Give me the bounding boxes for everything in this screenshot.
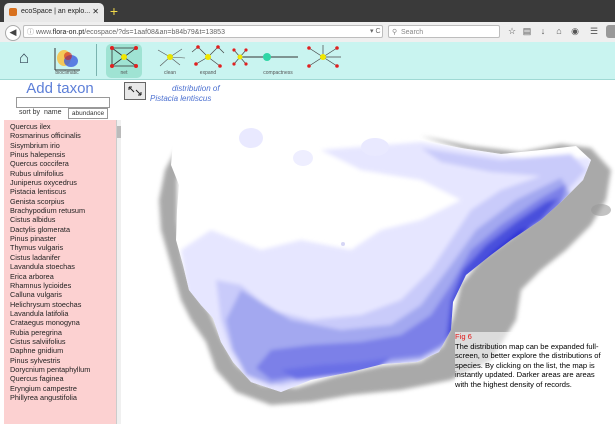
- clean-tool-button[interactable]: clean: [150, 44, 190, 78]
- species-item[interactable]: Quercus coccifera: [10, 159, 117, 168]
- url-host: flora-on.pt: [52, 29, 85, 36]
- back-button[interactable]: ◀: [5, 25, 21, 41]
- menu-icon[interactable]: ☰: [588, 25, 600, 38]
- new-tab-button[interactable]: +: [107, 4, 121, 18]
- species-item[interactable]: Lavandula latifolia: [10, 309, 117, 318]
- site-info-icon[interactable]: ⓘ: [27, 26, 34, 37]
- browser-tab[interactable]: ecoSpace | an explo... ✕: [4, 3, 104, 22]
- species-item[interactable]: Rosmarinus officinalis: [10, 131, 117, 140]
- sort-by-label: sort by: [19, 109, 41, 116]
- sidebar-edge-icon[interactable]: [606, 25, 615, 38]
- species-item[interactable]: Genista scorpius: [10, 197, 117, 206]
- species-item[interactable]: Erica arborea: [10, 272, 117, 281]
- compactness-icon: [232, 48, 298, 66]
- map-title-line1: distribution of: [172, 84, 220, 93]
- search-input[interactable]: ⚲ Search: [388, 25, 500, 38]
- species-item[interactable]: Cistus salviifolius: [10, 337, 117, 346]
- search-placeholder: Search: [401, 29, 424, 36]
- toolbar-divider: [96, 44, 97, 76]
- expand-fullscreen-button[interactable]: [124, 82, 146, 100]
- favicon-icon: [9, 8, 17, 16]
- address-bar[interactable]: ⓘ www.flora-on.pt/ecospace/?ds=1aaf08&an=…: [23, 25, 383, 38]
- species-item[interactable]: Pinus pinaster: [10, 234, 117, 243]
- network-icon: [110, 46, 138, 68]
- species-item[interactable]: Juniperus oxycedrus: [10, 178, 117, 187]
- species-item[interactable]: Thymus vulgaris: [10, 243, 117, 252]
- species-item[interactable]: Rhamnus lycioides: [10, 281, 117, 290]
- add-taxon-input[interactable]: [16, 97, 110, 108]
- species-item[interactable]: Rubia peregrina: [10, 328, 117, 337]
- add-taxon-heading: Add taxon: [26, 80, 94, 97]
- species-item[interactable]: Brachypodium retusum: [10, 206, 117, 215]
- reading-list-icon[interactable]: ▤: [521, 25, 533, 38]
- map-title: distribution of Pistacia lentiscus: [150, 84, 220, 104]
- network-tool-button[interactable]: net: [106, 44, 142, 78]
- species-item[interactable]: Dorycnium pentaphyllum: [10, 365, 117, 374]
- species-item[interactable]: Pinus halepensis: [10, 150, 117, 159]
- species-item[interactable]: Rubus ulmifolius: [10, 169, 117, 178]
- clean-icon: [157, 48, 186, 67]
- sort-by-name-option[interactable]: name: [44, 109, 62, 116]
- species-item[interactable]: Sisymbrium irio: [10, 141, 117, 150]
- species-item[interactable]: Cistus albidus: [10, 215, 117, 224]
- download-icon[interactable]: ↓: [537, 25, 549, 38]
- bookmark-star-icon[interactable]: ☆: [506, 25, 518, 38]
- species-item[interactable]: Cistus ladanifer: [10, 253, 117, 262]
- expand-arrows-icon: [128, 86, 142, 96]
- figure-number: Fig 6: [455, 332, 472, 341]
- species-item[interactable]: Helichrysum stoechas: [10, 300, 117, 309]
- expand-tool-button[interactable]: expand: [188, 44, 228, 78]
- clean-tool-label: clean: [164, 70, 176, 76]
- species-item[interactable]: Daphne gnidium: [10, 346, 117, 355]
- url-prefix: www.: [36, 29, 53, 36]
- species-item[interactable]: Eryngium campestre: [10, 384, 117, 393]
- explode-tool-button[interactable]: [303, 44, 343, 78]
- close-tab-icon[interactable]: ✕: [92, 7, 99, 16]
- network-tool-label: net: [120, 70, 128, 76]
- expand-tool-label: expand: [199, 70, 217, 76]
- species-item[interactable]: Crataegus monogyna: [10, 318, 117, 327]
- species-item[interactable]: Quercus faginea: [10, 374, 117, 383]
- tab-title: ecoSpace | an explo...: [21, 8, 91, 15]
- bioclimatic-label: bioclimatic: [55, 70, 79, 76]
- species-list: Quercus ilex Rosmarinus officinalis Sisymb…: [4, 120, 117, 424]
- url-path: /ecospace/?ds=1aaf08&an=b84b79&t=13853: [84, 29, 225, 36]
- search-icon: ⚲: [392, 29, 398, 36]
- sort-by-abundance-option[interactable]: abundance: [68, 108, 108, 119]
- home-browser-icon[interactable]: ⌂: [553, 25, 565, 38]
- explode-icon: [307, 45, 341, 68]
- compactness-label: compactness: [263, 70, 293, 76]
- figure-caption: Fig 6 The distribution map can be expand…: [455, 332, 603, 390]
- species-item[interactable]: Dactylis glomerata: [10, 225, 117, 234]
- figure-caption-text: The distribution map can be expanded ful…: [455, 341, 601, 389]
- species-item[interactable]: Pinus sylvestris: [10, 356, 117, 365]
- compactness-slider-handle: [263, 53, 271, 61]
- home-icon[interactable]: ⌂: [14, 48, 34, 68]
- bioclimatic-button[interactable]: bioclimatic: [50, 44, 84, 78]
- map-title-species: Pistacia lentiscus: [150, 94, 212, 103]
- species-items: Quercus ilex Rosmarinus officinalis Sisymb…: [4, 120, 117, 402]
- species-item[interactable]: Quercus ilex: [10, 122, 117, 131]
- species-item[interactable]: Lavandula stoechas: [10, 262, 117, 271]
- species-item[interactable]: Pistacia lentiscus: [10, 187, 117, 196]
- species-item[interactable]: Calluna vulgaris: [10, 290, 117, 299]
- pocket-icon[interactable]: ◉: [569, 25, 581, 38]
- compactness-slider[interactable]: compactness: [232, 44, 302, 78]
- reload-icon[interactable]: ▾ C: [370, 25, 381, 38]
- species-item[interactable]: Phillyrea angustifolia: [10, 393, 117, 402]
- expand-icon: [191, 45, 225, 68]
